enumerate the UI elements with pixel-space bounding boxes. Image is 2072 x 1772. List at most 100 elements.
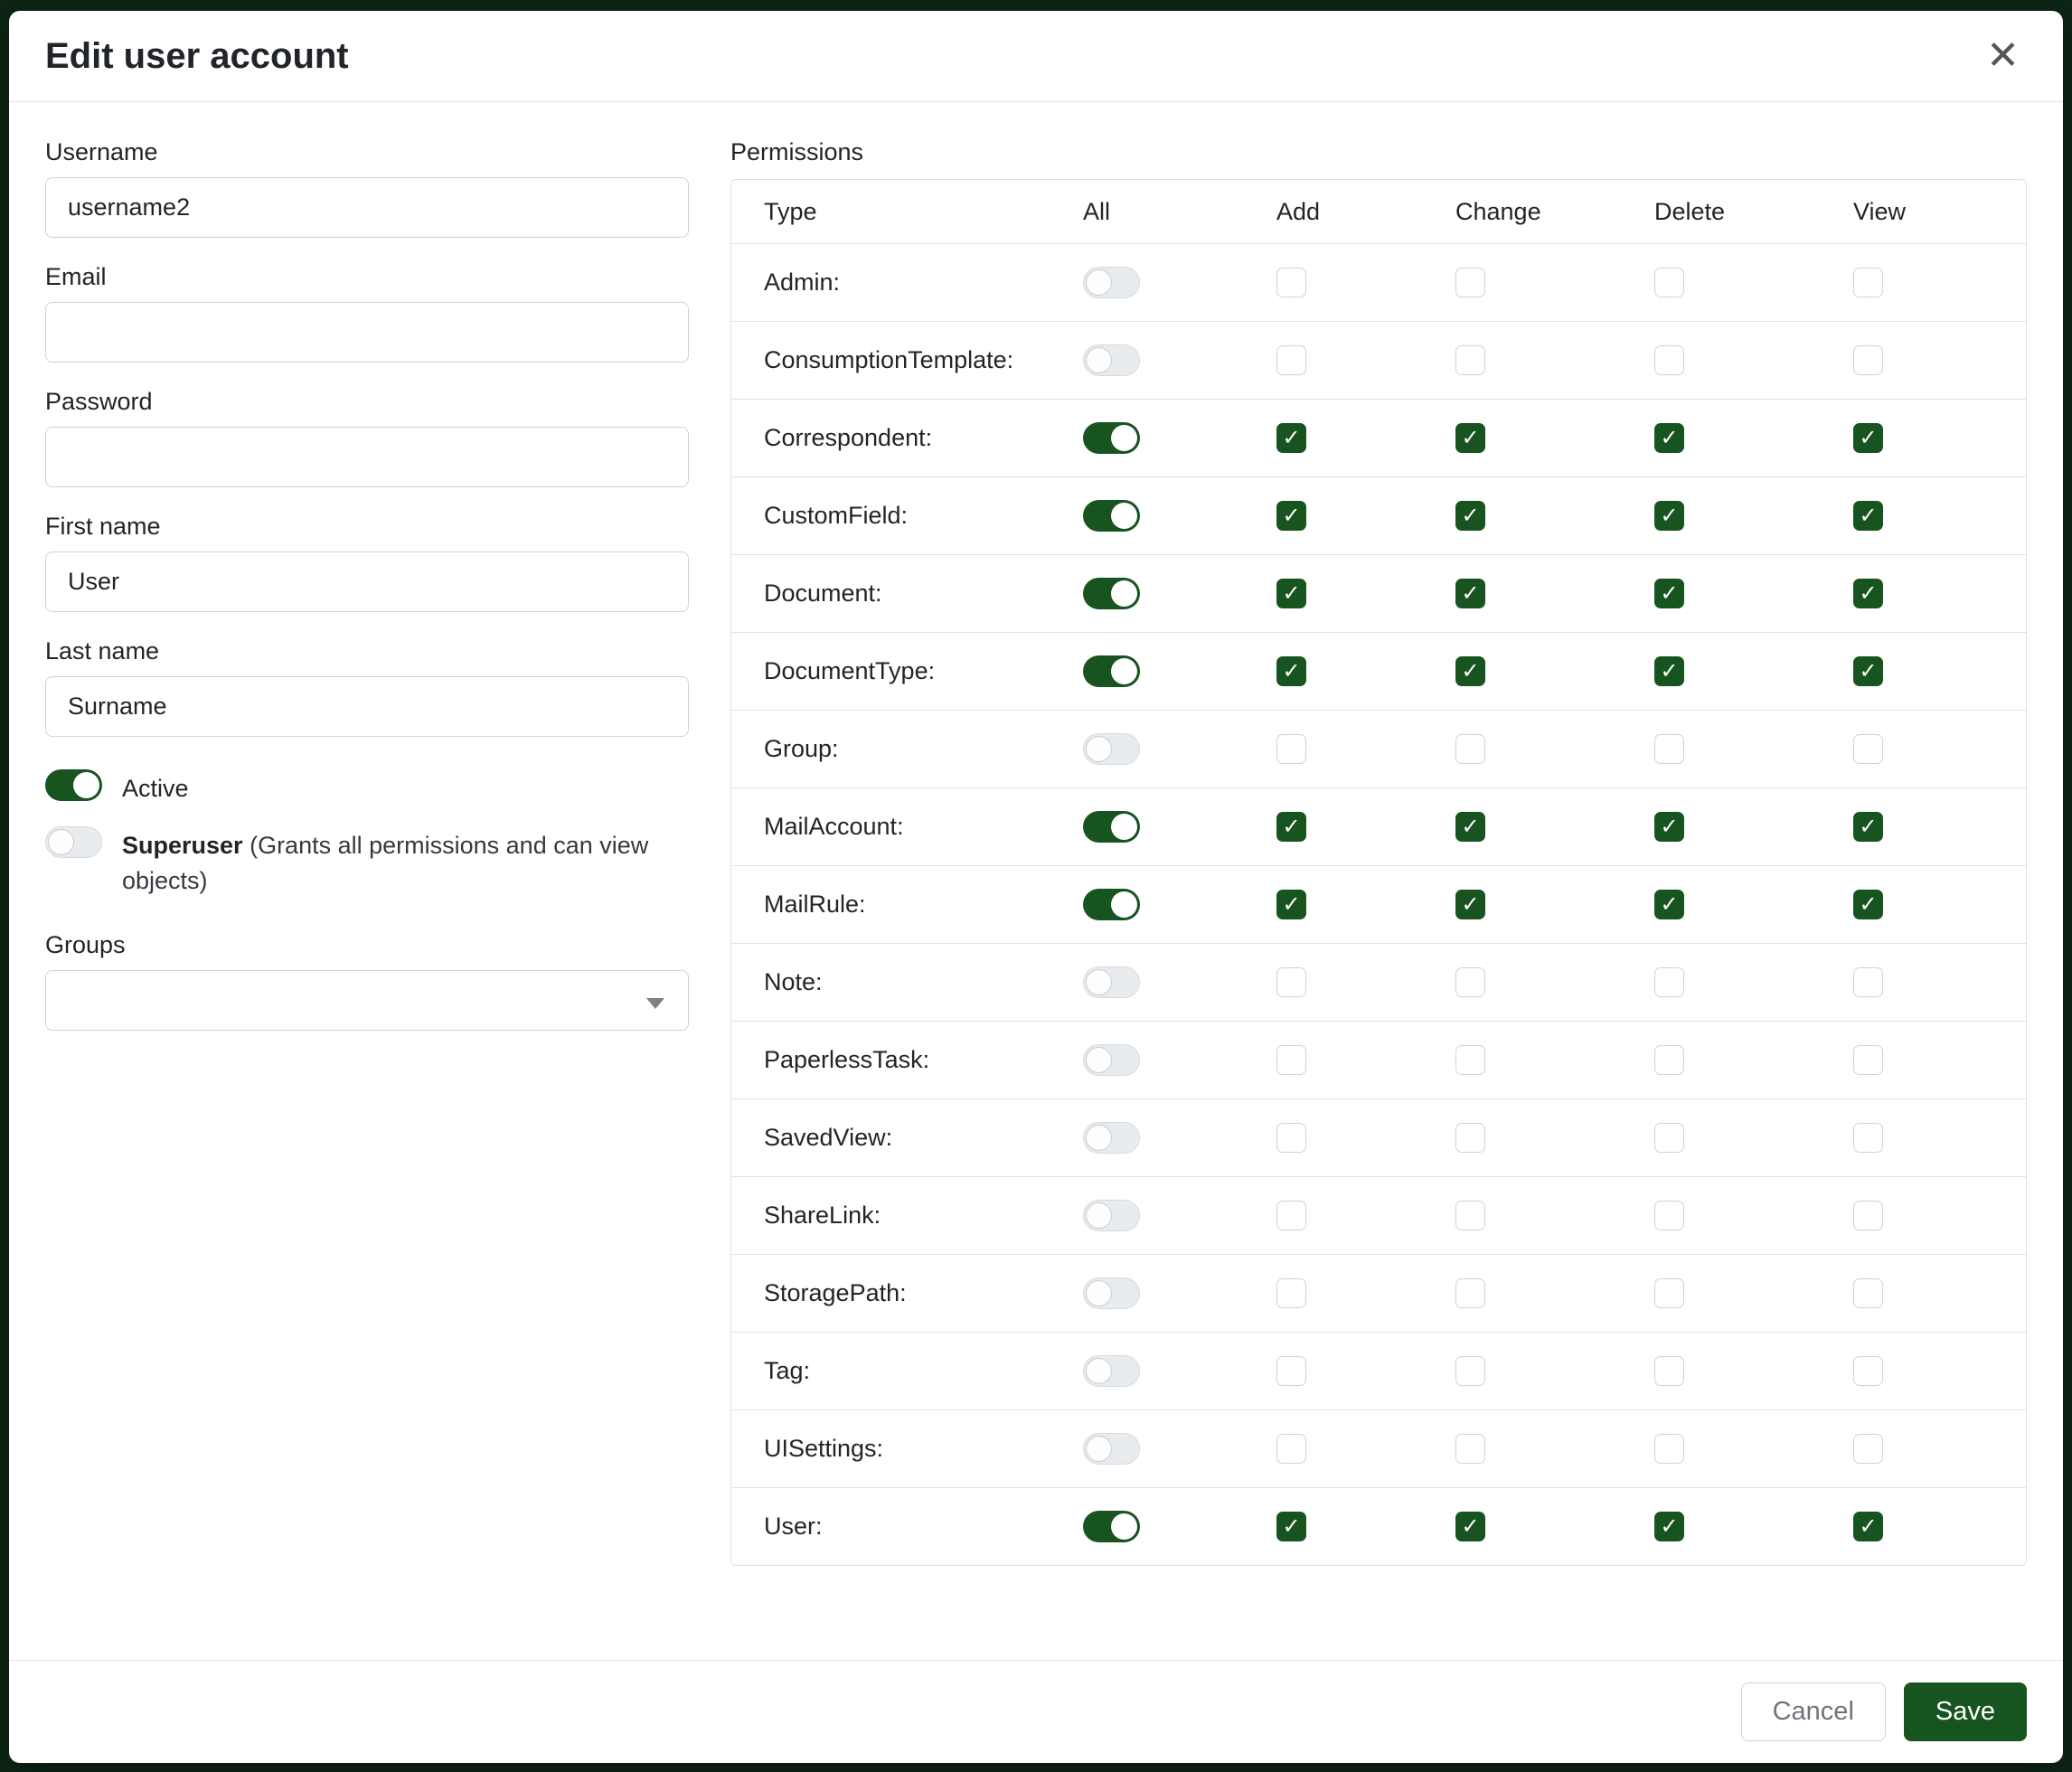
permission-view-checkbox[interactable] [1853,1123,1883,1153]
permission-change-checkbox[interactable] [1455,268,1485,297]
close-icon[interactable]: ✕ [1979,33,2027,80]
permission-delete-cell [1654,734,1853,764]
permission-change-checkbox[interactable] [1455,1123,1485,1153]
permission-all-toggle[interactable] [1083,811,1140,843]
permission-delete-checkbox[interactable] [1654,1201,1684,1230]
permission-all-toggle[interactable] [1083,422,1140,454]
permission-delete-checkbox[interactable] [1654,1278,1684,1308]
permission-all-toggle[interactable] [1083,733,1140,765]
permission-add-checkbox[interactable] [1276,1278,1306,1308]
permission-view-checkbox[interactable] [1853,812,1883,842]
permission-all-toggle[interactable] [1083,1044,1140,1076]
permission-all-toggle[interactable] [1083,655,1140,687]
active-toggle[interactable] [45,769,102,801]
first-name-input[interactable] [45,551,689,612]
permission-all-toggle[interactable] [1083,1355,1140,1387]
permission-add-checkbox[interactable] [1276,268,1306,297]
permission-delete-checkbox[interactable] [1654,1356,1684,1386]
permission-change-checkbox[interactable] [1455,1512,1485,1541]
permission-add-checkbox[interactable] [1276,1123,1306,1153]
permission-delete-checkbox[interactable] [1654,268,1684,297]
permission-all-toggle[interactable] [1083,578,1140,609]
permission-add-checkbox[interactable] [1276,734,1306,764]
permission-add-checkbox[interactable] [1276,656,1306,686]
permission-change-checkbox[interactable] [1455,1278,1485,1308]
permission-add-checkbox[interactable] [1276,579,1306,608]
permission-add-checkbox[interactable] [1276,812,1306,842]
permission-add-checkbox[interactable] [1276,967,1306,997]
permission-add-checkbox[interactable] [1276,1434,1306,1464]
permission-delete-checkbox[interactable] [1654,579,1684,608]
permission-view-checkbox[interactable] [1853,501,1883,531]
permission-change-checkbox[interactable] [1455,1045,1485,1075]
permission-all-toggle[interactable] [1083,1511,1140,1542]
permission-all-toggle[interactable] [1083,1277,1140,1309]
permission-view-checkbox[interactable] [1853,734,1883,764]
permission-view-checkbox[interactable] [1853,967,1883,997]
permission-add-checkbox[interactable] [1276,1045,1306,1075]
permission-view-checkbox[interactable] [1853,656,1883,686]
permission-all-toggle[interactable] [1083,966,1140,998]
permission-add-checkbox[interactable] [1276,1512,1306,1541]
permission-delete-checkbox[interactable] [1654,1434,1684,1464]
groups-select[interactable] [45,970,689,1031]
permission-view-checkbox[interactable] [1853,268,1883,297]
permission-change-checkbox[interactable] [1455,656,1485,686]
permission-add-checkbox[interactable] [1276,1201,1306,1230]
superuser-toggle[interactable] [45,826,102,858]
permission-change-checkbox[interactable] [1455,890,1485,919]
save-button[interactable]: Save [1904,1682,2027,1741]
permission-view-checkbox[interactable] [1853,1512,1883,1541]
permission-add-checkbox[interactable] [1276,890,1306,919]
permission-all-toggle[interactable] [1083,889,1140,920]
email-input[interactable] [45,302,689,363]
permission-all-toggle[interactable] [1083,1122,1140,1154]
permission-all-toggle[interactable] [1083,267,1140,298]
permission-change-checkbox[interactable] [1455,812,1485,842]
permission-change-checkbox[interactable] [1455,501,1485,531]
permission-view-checkbox[interactable] [1853,1201,1883,1230]
permission-all-toggle[interactable] [1083,1200,1140,1231]
permission-view-checkbox[interactable] [1853,1278,1883,1308]
permission-all-toggle[interactable] [1083,344,1140,376]
permission-add-checkbox[interactable] [1276,423,1306,453]
permission-add-checkbox[interactable] [1276,345,1306,375]
permission-view-checkbox[interactable] [1853,423,1883,453]
permission-change-checkbox[interactable] [1455,1434,1485,1464]
permission-view-checkbox[interactable] [1853,1434,1883,1464]
permission-delete-checkbox[interactable] [1654,967,1684,997]
permission-delete-checkbox[interactable] [1654,1123,1684,1153]
permission-all-toggle[interactable] [1083,500,1140,532]
permission-delete-checkbox[interactable] [1654,423,1684,453]
permission-delete-checkbox[interactable] [1654,1045,1684,1075]
permission-delete-checkbox[interactable] [1654,345,1684,375]
cancel-button[interactable]: Cancel [1741,1682,1886,1741]
permission-delete-checkbox[interactable] [1654,812,1684,842]
permission-change-checkbox[interactable] [1455,1201,1485,1230]
password-input[interactable] [45,427,689,487]
permission-view-checkbox[interactable] [1853,579,1883,608]
username-input[interactable] [45,177,689,238]
permission-all-toggle[interactable] [1083,1433,1140,1465]
permission-all-cell [1083,500,1276,532]
permission-view-cell [1853,501,2026,531]
permission-view-checkbox[interactable] [1853,1045,1883,1075]
permission-change-checkbox[interactable] [1455,967,1485,997]
permission-delete-checkbox[interactable] [1654,734,1684,764]
permission-delete-checkbox[interactable] [1654,501,1684,531]
permission-view-checkbox[interactable] [1853,345,1883,375]
permission-change-checkbox[interactable] [1455,579,1485,608]
permission-add-checkbox[interactable] [1276,1356,1306,1386]
permission-change-checkbox[interactable] [1455,734,1485,764]
permission-add-checkbox[interactable] [1276,501,1306,531]
permission-row: Admin: [731,243,2026,321]
permission-delete-checkbox[interactable] [1654,656,1684,686]
last-name-input[interactable] [45,676,689,737]
permission-delete-checkbox[interactable] [1654,890,1684,919]
permission-change-checkbox[interactable] [1455,345,1485,375]
permission-change-checkbox[interactable] [1455,423,1485,453]
permission-change-checkbox[interactable] [1455,1356,1485,1386]
permission-view-checkbox[interactable] [1853,1356,1883,1386]
permission-view-checkbox[interactable] [1853,890,1883,919]
permission-delete-checkbox[interactable] [1654,1512,1684,1541]
